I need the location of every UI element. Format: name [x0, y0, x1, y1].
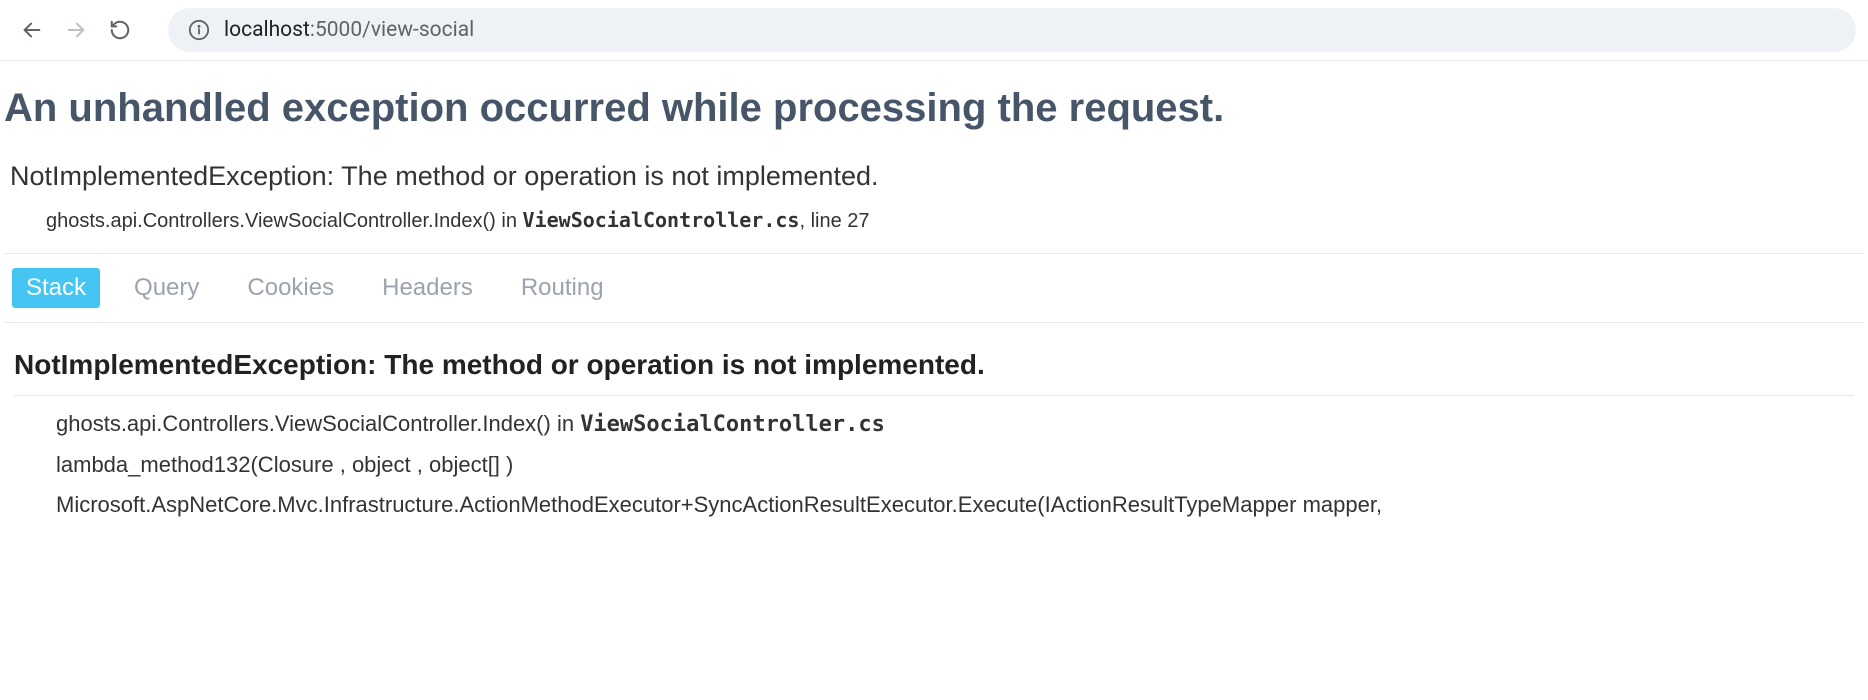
tab-cookies[interactable]: Cookies: [233, 268, 348, 308]
stack-trace: NotImplementedException: The method or o…: [4, 323, 1864, 533]
exception-location: ghosts.api.Controllers.ViewSocialControl…: [10, 196, 1858, 233]
url-path: :5000/view-social: [310, 18, 474, 42]
browser-toolbar: localhost:5000/view-social: [0, 0, 1868, 61]
url-text: localhost:5000/view-social: [224, 18, 474, 42]
stack-frame[interactable]: Microsoft.AspNetCore.Mvc.Infrastructure.…: [14, 485, 1854, 525]
nav-buttons: [12, 18, 132, 42]
forward-button[interactable]: [64, 18, 88, 42]
arrow-right-icon: [65, 19, 87, 41]
exception-summary: NotImplementedException: The method or o…: [4, 150, 1864, 253]
frame-file: ViewSocialController.cs: [580, 412, 885, 437]
tab-routing[interactable]: Routing: [507, 268, 618, 308]
tab-stack[interactable]: Stack: [12, 268, 100, 308]
stack-title: NotImplementedException: The method or o…: [14, 349, 1854, 396]
location-file: ViewSocialController.cs: [523, 208, 800, 232]
reload-icon: [109, 19, 131, 41]
frame-text: ghosts.api.Controllers.ViewSocialControl…: [56, 411, 580, 436]
frame-text: lambda_method132(Closure , object , obje…: [56, 452, 513, 477]
stack-frames: ghosts.api.Controllers.ViewSocialControl…: [14, 396, 1854, 525]
location-prefix: ghosts.api.Controllers.ViewSocialControl…: [46, 210, 523, 232]
url-host: localhost: [224, 18, 310, 42]
back-button[interactable]: [20, 18, 44, 42]
error-page: An unhandled exception occurred while pr…: [0, 61, 1868, 532]
page-title: An unhandled exception occurred while pr…: [4, 61, 1864, 150]
exception-message: NotImplementedException: The method or o…: [10, 158, 1858, 196]
tabs: Stack Query Cookies Headers Routing: [4, 253, 1864, 323]
site-info-icon[interactable]: [188, 19, 210, 41]
location-suffix: , line 27: [799, 210, 869, 232]
tab-headers[interactable]: Headers: [368, 268, 487, 308]
reload-button[interactable]: [108, 18, 132, 42]
address-bar[interactable]: localhost:5000/view-social: [168, 8, 1856, 52]
tab-query[interactable]: Query: [120, 268, 213, 308]
stack-frame[interactable]: lambda_method132(Closure , object , obje…: [14, 445, 1854, 485]
arrow-left-icon: [21, 19, 43, 41]
frame-text: Microsoft.AspNetCore.Mvc.Infrastructure.…: [56, 492, 1382, 517]
stack-frame[interactable]: ghosts.api.Controllers.ViewSocialControl…: [14, 404, 1854, 445]
